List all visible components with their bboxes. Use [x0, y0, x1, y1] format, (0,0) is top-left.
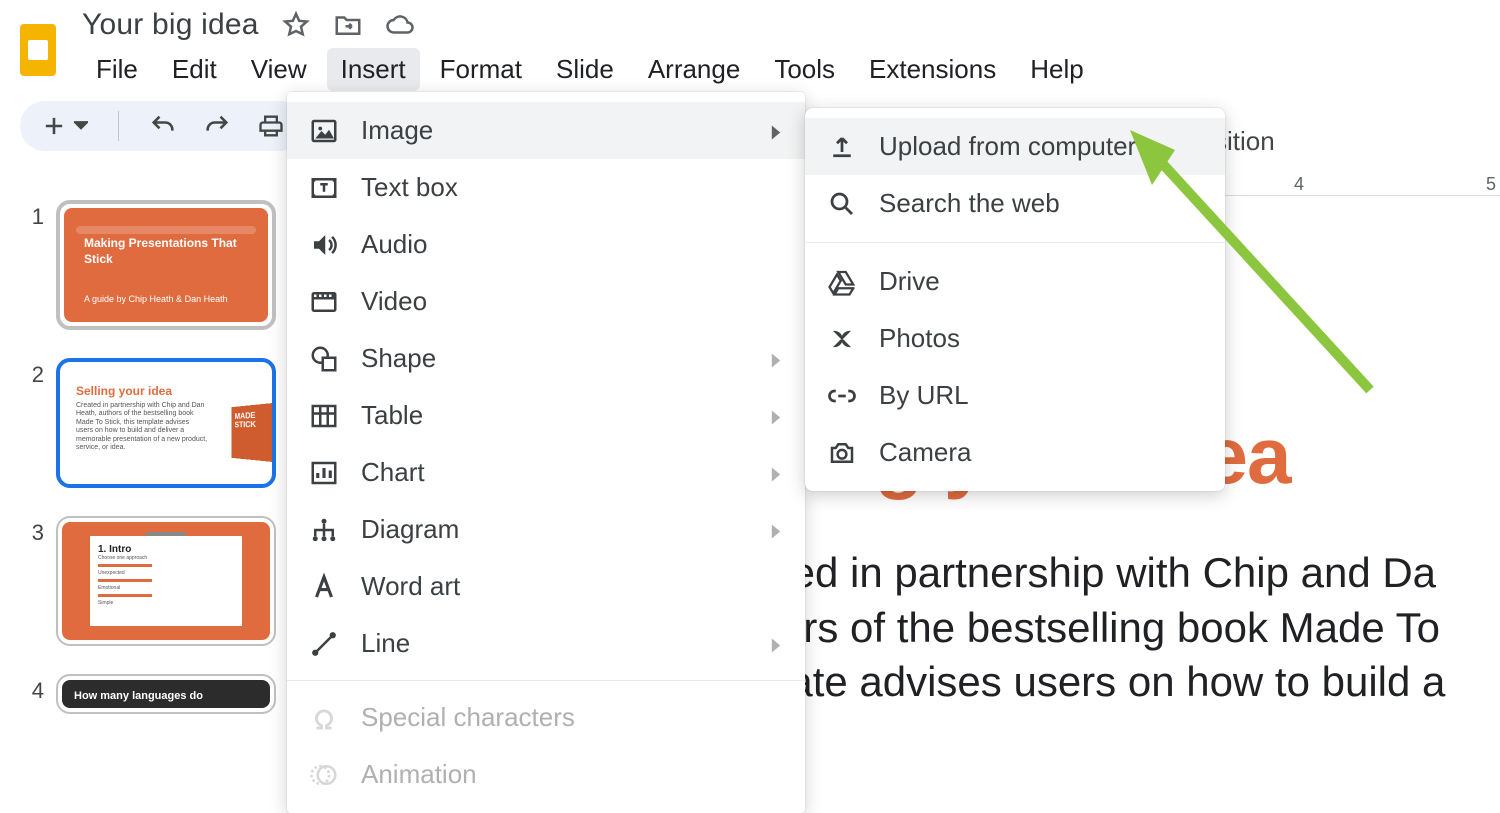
menu-view[interactable]: View	[237, 48, 321, 91]
undo-icon[interactable]	[149, 112, 177, 140]
submenu-arrow-icon	[769, 628, 783, 659]
upload-icon	[827, 132, 857, 162]
image-drive[interactable]: Drive	[805, 253, 1225, 310]
slide-thumbnail-1[interactable]: 1 Making Presentations That StickA guide…	[30, 200, 290, 330]
image-submenu: Upload from computer Search the web Driv…	[805, 108, 1225, 491]
menu-divider	[287, 680, 805, 681]
menubar: File Edit View Insert Format Slide Arran…	[82, 48, 1098, 91]
star-icon[interactable]	[281, 10, 311, 40]
menu-edit[interactable]: Edit	[158, 48, 231, 91]
image-photos[interactable]: Photos	[805, 310, 1225, 367]
menu-arrange[interactable]: Arrange	[634, 48, 755, 91]
search-icon	[827, 189, 857, 219]
redo-icon[interactable]	[203, 112, 231, 140]
move-folder-icon[interactable]	[333, 10, 363, 40]
image-search-web[interactable]: Search the web	[805, 175, 1225, 232]
insert-line[interactable]: Line	[287, 615, 805, 672]
plus-icon	[40, 112, 68, 140]
slides-logo[interactable]	[14, 21, 62, 79]
submenu-arrow-icon	[769, 343, 783, 374]
submenu-arrow-icon	[769, 514, 783, 545]
menu-divider	[805, 242, 1225, 243]
slide-body-text[interactable]: ted in partnership with Chip and Da ors …	[780, 546, 1500, 710]
menu-insert[interactable]: Insert	[327, 48, 420, 91]
menu-format[interactable]: Format	[426, 48, 536, 91]
slide-thumbnail-4[interactable]: 4 How many languages do	[30, 674, 290, 714]
menu-file[interactable]: File	[82, 48, 152, 91]
animation-icon	[309, 760, 339, 790]
photos-icon	[827, 324, 857, 354]
submenu-arrow-icon	[769, 115, 783, 146]
print-icon[interactable]	[257, 112, 285, 140]
menu-tools[interactable]: Tools	[760, 48, 849, 91]
insert-image[interactable]: Image	[287, 102, 805, 159]
document-title[interactable]: Your big idea	[82, 8, 259, 42]
new-slide-button[interactable]	[40, 112, 88, 140]
toolbar-divider	[118, 111, 119, 141]
video-icon	[309, 287, 339, 317]
link-icon	[827, 381, 857, 411]
camera-icon	[827, 438, 857, 468]
diagram-icon	[309, 515, 339, 545]
slide-thumbnail-3[interactable]: 3 1. IntroChoose one approachUnexpectedE…	[30, 516, 290, 646]
textbox-icon	[309, 173, 339, 203]
insert-animation[interactable]: Animation	[287, 746, 805, 803]
omega-icon	[309, 703, 339, 733]
cloud-status-icon[interactable]	[385, 10, 415, 40]
image-icon	[309, 116, 339, 146]
image-by-url[interactable]: By URL	[805, 367, 1225, 424]
table-icon	[309, 401, 339, 431]
insert-special-characters[interactable]: Special characters	[287, 689, 805, 746]
menu-help[interactable]: Help	[1016, 48, 1097, 91]
insert-chart[interactable]: Chart	[287, 444, 805, 501]
insert-audio[interactable]: Audio	[287, 216, 805, 273]
submenu-arrow-icon	[769, 400, 783, 431]
line-icon	[309, 629, 339, 659]
audio-icon	[309, 230, 339, 260]
insert-diagram[interactable]: Diagram	[287, 501, 805, 558]
insert-menu-dropdown: Image Text box Audio Video Shape Table C…	[287, 92, 805, 813]
insert-video[interactable]: Video	[287, 273, 805, 330]
wordart-icon	[309, 572, 339, 602]
slide-panel[interactable]: 1 Making Presentations That StickA guide…	[0, 180, 300, 737]
drive-icon	[827, 267, 857, 297]
menu-extensions[interactable]: Extensions	[855, 48, 1010, 91]
insert-wordart[interactable]: Word art	[287, 558, 805, 615]
chevron-down-icon	[74, 119, 88, 133]
menu-slide[interactable]: Slide	[542, 48, 628, 91]
chart-icon	[309, 458, 339, 488]
insert-textbox[interactable]: Text box	[287, 159, 805, 216]
image-camera[interactable]: Camera	[805, 424, 1225, 481]
insert-table[interactable]: Table	[287, 387, 805, 444]
submenu-arrow-icon	[769, 457, 783, 488]
insert-shape[interactable]: Shape	[287, 330, 805, 387]
titlebar: Your big idea File Edit View Insert Form…	[0, 0, 1500, 91]
image-upload-from-computer[interactable]: Upload from computer	[805, 118, 1225, 175]
shape-icon	[309, 344, 339, 374]
slide-thumbnail-2[interactable]: 2 Selling your ideaCreated in partnershi…	[30, 358, 290, 488]
